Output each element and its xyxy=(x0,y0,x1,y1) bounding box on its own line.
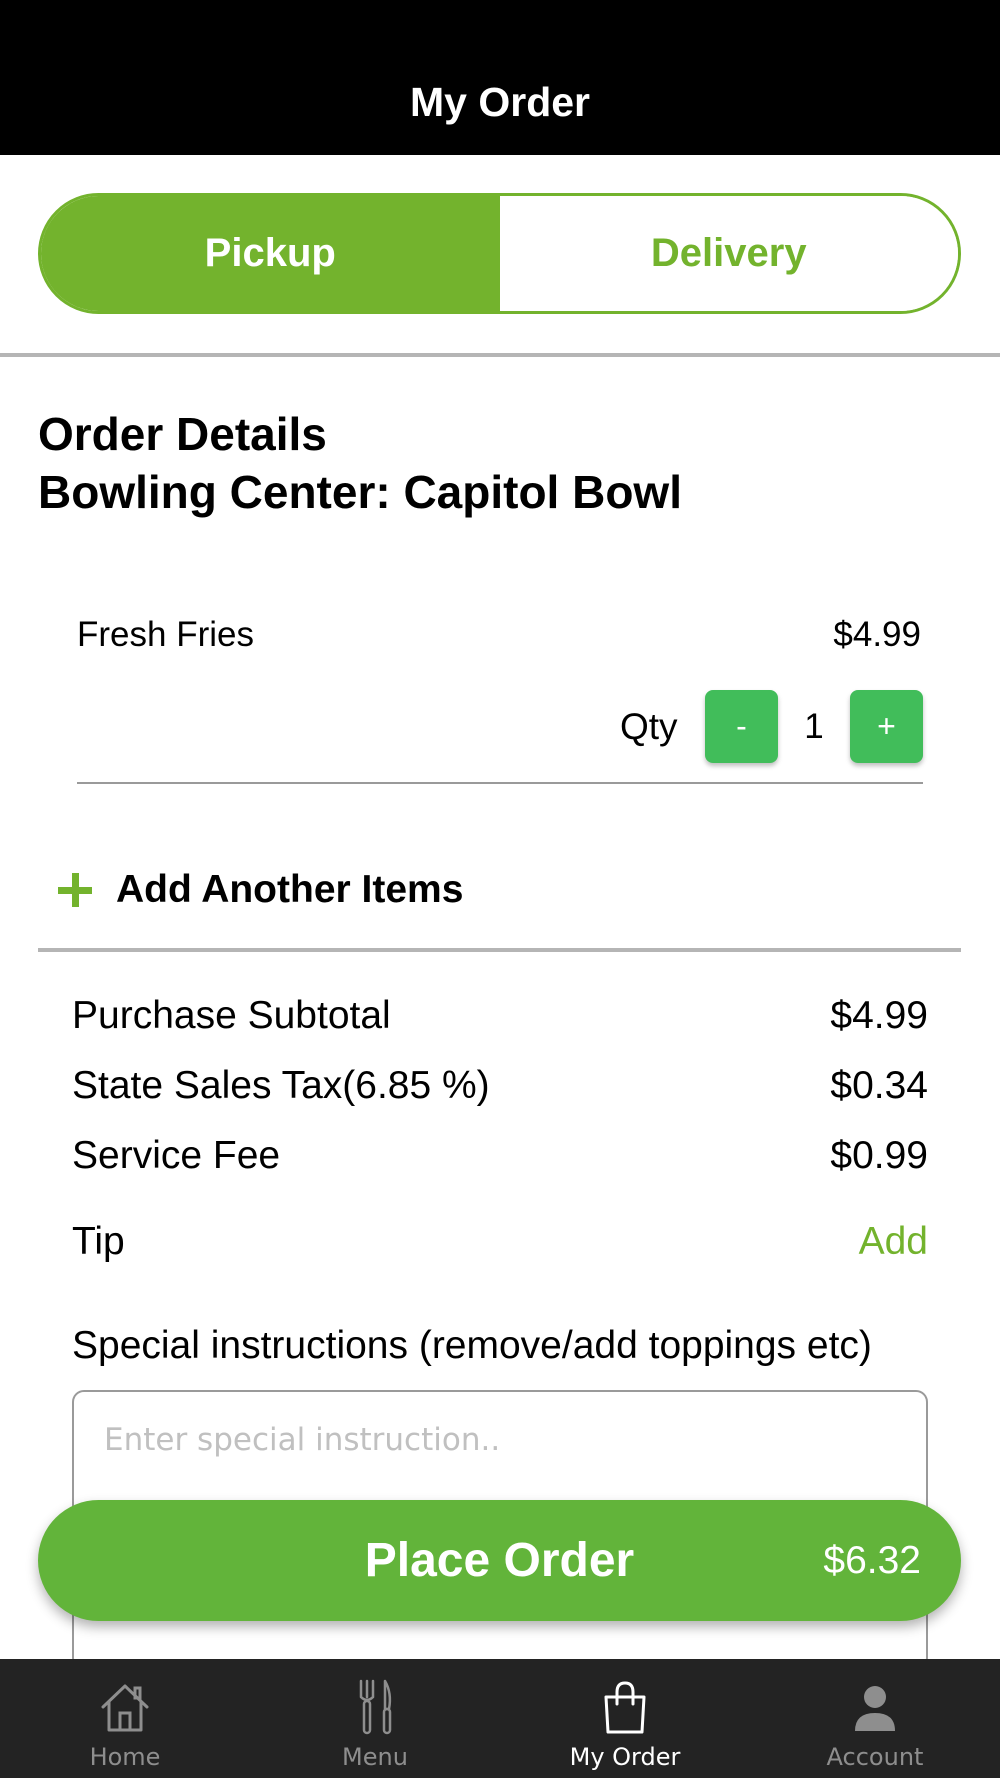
tab-home-label: Home xyxy=(89,1743,161,1771)
service-fee-row: Service Fee $0.99 xyxy=(72,1130,928,1182)
tax-value: $0.34 xyxy=(830,1064,928,1107)
qty-value: 1 xyxy=(804,707,824,746)
service-fee-label: Service Fee xyxy=(72,1134,281,1177)
order-type-toggle: Pickup Delivery xyxy=(38,193,961,314)
top-bar: My Order xyxy=(0,0,1000,155)
pickup-button[interactable]: Pickup xyxy=(41,196,500,311)
subtotal-row: Purchase Subtotal $4.99 xyxy=(72,990,928,1042)
tab-my-order[interactable]: My Order xyxy=(500,1659,750,1778)
item-price: $4.99 xyxy=(833,615,921,654)
bottom-tab-bar: Home Menu My Order Account xyxy=(0,1659,1000,1778)
order-details-heading: Order Details Bowling Center: Capitol Bo… xyxy=(38,405,682,521)
summary-divider xyxy=(38,948,961,952)
order-details-title: Order Details xyxy=(38,408,327,460)
bowling-center-title: Bowling Center: Capitol Bowl xyxy=(38,466,682,518)
fork-knife-icon xyxy=(359,1679,392,1735)
delivery-button[interactable]: Delivery xyxy=(499,196,958,311)
item-name: Fresh Fries xyxy=(77,615,254,654)
page-title: My Order xyxy=(410,79,590,125)
subtotal-value: $4.99 xyxy=(830,994,928,1037)
tab-home[interactable]: Home xyxy=(0,1659,250,1778)
tax-label: State Sales Tax(6.85 %) xyxy=(72,1064,490,1107)
add-another-items-label: Add Another Items xyxy=(116,868,464,911)
tab-my-order-label: My Order xyxy=(569,1743,681,1771)
home-icon xyxy=(101,1684,149,1732)
tip-label: Tip xyxy=(72,1220,125,1263)
tax-row: State Sales Tax(6.85 %) $0.34 xyxy=(72,1060,928,1112)
item-divider xyxy=(77,782,923,784)
tab-menu[interactable]: Menu xyxy=(250,1659,500,1778)
subtotal-label: Purchase Subtotal xyxy=(72,994,391,1037)
qty-increase-button[interactable]: + xyxy=(850,690,923,763)
service-fee-value: $0.99 xyxy=(830,1134,928,1177)
tip-row: Tip Add xyxy=(72,1216,928,1268)
qty-label: Qty xyxy=(620,706,678,747)
place-order-button[interactable]: Place Order $6.32 xyxy=(38,1500,961,1621)
tab-menu-label: Menu xyxy=(342,1743,408,1771)
tab-account[interactable]: Account xyxy=(750,1659,1000,1778)
order-total: $6.32 xyxy=(823,1539,921,1582)
special-instructions-label: Special instructions (remove/add topping… xyxy=(72,1324,872,1367)
qty-decrease-button[interactable]: - xyxy=(705,690,778,763)
section-divider xyxy=(0,353,1000,357)
shopping-bag-icon xyxy=(604,1681,646,1734)
add-another-items-button[interactable]: Add Another Items xyxy=(58,862,463,918)
tab-account-label: Account xyxy=(826,1743,924,1771)
plus-icon xyxy=(58,870,98,910)
add-tip-link[interactable]: Add xyxy=(859,1216,928,1268)
person-icon xyxy=(855,1686,895,1731)
